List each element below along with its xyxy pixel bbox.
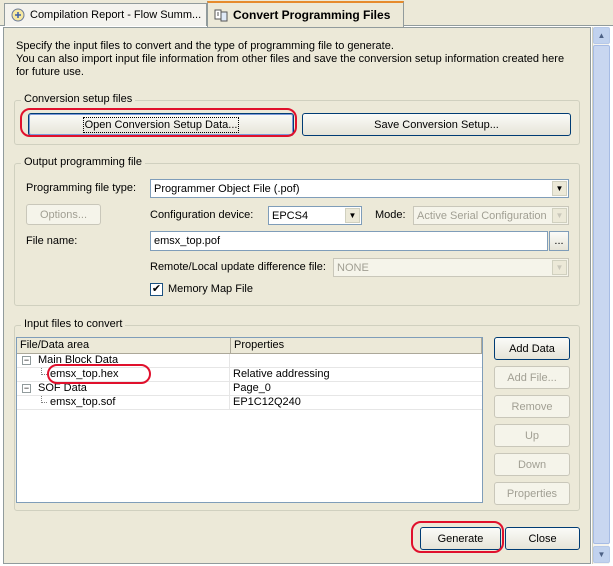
- tree-branch-icon: [41, 368, 47, 375]
- file-type-value: Programmer Object File (.pof): [154, 182, 300, 195]
- memory-map-checkbox[interactable]: ✔: [150, 283, 163, 296]
- file-name-value: emsx_top.pof: [154, 235, 221, 247]
- collapse-icon[interactable]: −: [22, 384, 31, 393]
- convert-files-icon: [214, 9, 228, 22]
- button-label: Add Data: [509, 342, 555, 355]
- output-programming-group: Output programming file Programming file…: [14, 156, 580, 306]
- tree-row-name: Main Block Data: [38, 354, 119, 366]
- add-file-button[interactable]: Add File...: [494, 366, 570, 389]
- button-label: Close: [528, 532, 557, 545]
- chevron-down-icon[interactable]: ▼: [552, 181, 567, 196]
- tab-label: Convert Programming Files: [233, 8, 391, 22]
- tree-row[interactable]: − SOF Data Page_0: [17, 382, 482, 396]
- conversion-setup-group: Conversion setup files Open Conversion S…: [14, 93, 580, 145]
- file-type-select[interactable]: Programmer Object File (.pof) ▼: [150, 179, 569, 198]
- report-icon: [11, 8, 25, 22]
- tab-convert-programming-files[interactable]: Convert Programming Files: [207, 1, 404, 27]
- config-device-value: EPCS4: [272, 209, 309, 222]
- generate-button[interactable]: Generate: [420, 527, 501, 550]
- tree-row[interactable]: emsx_top.sof EP1C12Q240: [17, 396, 482, 410]
- tree-row-name: SOF Data: [38, 382, 87, 394]
- update-diff-value: NONE: [337, 261, 369, 274]
- button-label: Add File...: [507, 371, 557, 384]
- tree-branch-icon: [41, 396, 47, 403]
- group-title: Input files to convert: [21, 318, 126, 330]
- add-data-button[interactable]: Add Data: [494, 337, 570, 360]
- scroll-down-icon[interactable]: ▼: [593, 546, 610, 563]
- description-line-1: Specify the input files to convert and t…: [16, 40, 394, 52]
- mode-label: Mode:: [375, 209, 406, 221]
- description-line-2: You can also import input file informati…: [16, 53, 565, 78]
- collapse-icon[interactable]: −: [22, 356, 31, 365]
- file-name-label: File name:: [26, 235, 78, 247]
- input-files-tree[interactable]: File/Data area Properties − Main Block D…: [16, 337, 483, 503]
- convert-panel: Specify the input files to convert and t…: [3, 27, 591, 564]
- options-button[interactable]: Options...: [26, 204, 101, 225]
- button-label: Up: [524, 429, 540, 442]
- chevron-down-icon[interactable]: ▼: [345, 208, 360, 223]
- tree-row-prop: [230, 354, 233, 367]
- column-header-file[interactable]: File/Data area: [17, 338, 231, 354]
- button-label: Generate: [437, 532, 484, 545]
- remove-button[interactable]: Remove: [494, 395, 570, 418]
- checkmark-icon: ✔: [151, 283, 162, 295]
- mode-select[interactable]: Active Serial Configuration ▼: [413, 206, 569, 225]
- button-label: Down: [517, 458, 547, 471]
- mode-value: Active Serial Configuration: [417, 209, 547, 222]
- group-title: Output programming file: [21, 156, 145, 168]
- open-conversion-setup-button[interactable]: Open Conversion Setup Data...: [28, 113, 294, 136]
- config-device-label: Configuration device:: [150, 209, 254, 221]
- scroll-up-icon[interactable]: ▲: [593, 27, 610, 44]
- update-diff-select[interactable]: NONE ▼: [333, 258, 569, 277]
- tree-row-name: emsx_top.sof: [50, 396, 116, 408]
- close-button[interactable]: Close: [505, 527, 580, 550]
- memory-map-label: Memory Map File: [168, 283, 253, 295]
- chevron-down-icon[interactable]: ▼: [552, 208, 567, 223]
- tree-row-prop: Relative addressing: [233, 368, 330, 380]
- button-label: Open Conversion Setup Data...: [82, 116, 240, 133]
- button-label: Properties: [506, 487, 558, 500]
- tree-row[interactable]: emsx_top.hex Relative addressing: [17, 368, 482, 382]
- properties-button[interactable]: Properties: [494, 482, 570, 505]
- chevron-down-icon[interactable]: ▼: [552, 260, 567, 275]
- tab-label: Compilation Report - Flow Summ...: [30, 9, 202, 21]
- update-diff-label: Remote/Local update difference file:: [150, 261, 326, 273]
- column-header-properties[interactable]: Properties: [231, 338, 482, 354]
- save-conversion-setup-button[interactable]: Save Conversion Setup...: [302, 113, 571, 136]
- tree-row[interactable]: − Main Block Data: [17, 354, 482, 368]
- file-name-field[interactable]: emsx_top.pof: [150, 231, 548, 251]
- down-button[interactable]: Down: [494, 453, 570, 476]
- file-type-label: Programming file type:: [26, 182, 137, 194]
- group-title: Conversion setup files: [21, 93, 136, 105]
- tab-compilation-report[interactable]: Compilation Report - Flow Summ...: [4, 3, 207, 26]
- vertical-scrollbar[interactable]: ▲ ▼: [592, 27, 610, 564]
- tab-bar: Compilation Report - Flow Summ... Conver…: [0, 0, 613, 27]
- button-label: Remove: [511, 400, 553, 413]
- button-label: Options...: [39, 208, 88, 221]
- config-device-select[interactable]: EPCS4 ▼: [268, 206, 362, 225]
- tree-row-name: emsx_top.hex: [50, 368, 119, 380]
- scroll-thumb[interactable]: [593, 45, 610, 544]
- description: Specify the input files to convert and t…: [16, 40, 576, 79]
- button-label: ...: [554, 235, 564, 247]
- button-label: Save Conversion Setup...: [374, 118, 499, 131]
- up-button[interactable]: Up: [494, 424, 570, 447]
- tree-row-prop: Page_0: [233, 382, 271, 394]
- tree-row-prop: EP1C12Q240: [233, 396, 301, 408]
- tree-header: File/Data area Properties: [17, 338, 482, 354]
- browse-button[interactable]: ...: [549, 231, 569, 251]
